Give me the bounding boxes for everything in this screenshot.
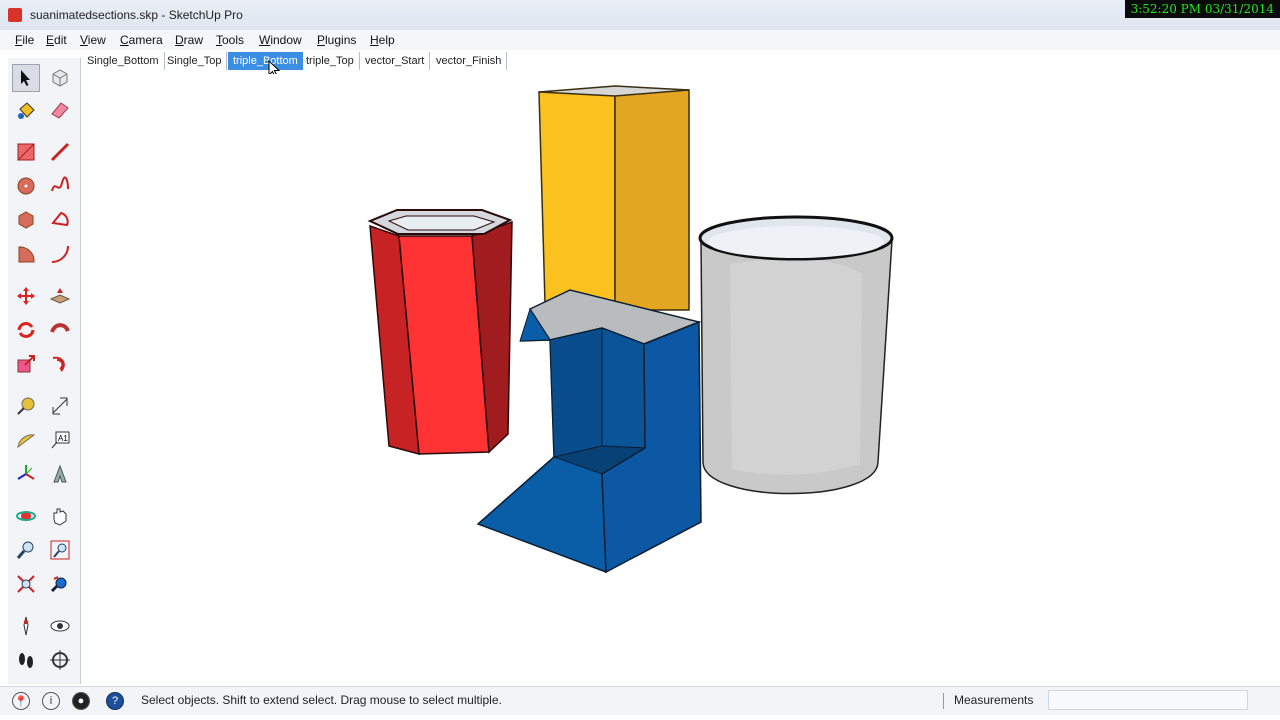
large-tool-set-toolbar: A1 (8, 58, 81, 684)
orbit-icon[interactable] (12, 502, 40, 530)
title-bar: suanimatedsections.skp - SketchUp Pro 3:… (0, 0, 1280, 31)
scene-tab-single-bottom[interactable]: Single_Bottom (82, 52, 165, 70)
two-point-arc-icon[interactable] (46, 240, 74, 268)
walk-icon[interactable] (12, 646, 40, 674)
rectangle-icon[interactable] (12, 138, 40, 166)
select-icon[interactable] (12, 64, 40, 92)
look-around-icon[interactable] (46, 612, 74, 640)
tape-measure-icon[interactable] (12, 392, 40, 420)
move-icon[interactable] (12, 282, 40, 310)
zoom-icon[interactable] (12, 536, 40, 564)
scale-icon[interactable] (12, 350, 40, 378)
polygon-icon[interactable] (12, 206, 40, 234)
previous-view-icon[interactable] (46, 570, 74, 598)
menu-plugins[interactable]: Plugins (317, 33, 356, 47)
status-divider (943, 693, 944, 709)
paint-bucket-icon[interactable] (12, 96, 40, 124)
scene-tab-single-top[interactable]: Single_Top (162, 52, 228, 70)
make-component-icon[interactable] (46, 64, 74, 92)
sketchup-app-icon (8, 8, 22, 22)
menu-bar: File Edit View Camera Draw Tools Window … (0, 30, 1280, 50)
rotate-icon[interactable] (12, 316, 40, 344)
yellow-box[interactable] (538, 85, 690, 311)
text-icon[interactable]: A1 (46, 426, 74, 454)
help-icon[interactable]: ? (106, 692, 124, 710)
position-camera-icon[interactable] (12, 612, 40, 640)
push-pull-icon[interactable] (46, 282, 74, 310)
geo-location-icon[interactable]: 📍 (12, 692, 30, 710)
line-icon[interactable] (46, 138, 74, 166)
3d-text-icon[interactable] (46, 460, 74, 488)
menu-edit[interactable]: Edit (46, 33, 67, 47)
menu-camera[interactable]: Camera (120, 33, 163, 47)
circle-icon[interactable] (12, 172, 40, 200)
arc-icon[interactable] (12, 240, 40, 268)
offset-icon[interactable] (46, 350, 74, 378)
scene-tab-triple-bottom[interactable]: triple_Bottom (228, 52, 303, 70)
menu-view[interactable]: View (80, 33, 106, 47)
menu-tools[interactable]: Tools (216, 33, 244, 47)
sign-in-icon[interactable]: ● (72, 692, 90, 710)
info-icon[interactable]: i (42, 692, 60, 710)
section-plane-icon[interactable] (46, 646, 74, 674)
measurements-input[interactable] (1048, 690, 1248, 710)
dimension-icon[interactable] (46, 392, 74, 420)
status-message: Select objects. Shift to extend select. … (141, 693, 502, 707)
3d-scene (367, 85, 894, 574)
menu-draw[interactable]: Draw (175, 33, 203, 47)
svg-text:A1: A1 (58, 434, 68, 443)
menu-window[interactable]: Window (259, 33, 302, 47)
scene-tab-vector-start[interactable]: vector_Start (360, 52, 431, 70)
zoom-extents-icon[interactable] (12, 570, 40, 598)
follow-me-icon[interactable] (46, 316, 74, 344)
status-bar: 📍 i ● ? Select objects. Shift to extend … (0, 686, 1280, 715)
red-hexagonal-prism[interactable] (367, 209, 513, 456)
model-viewport[interactable] (82, 74, 1280, 684)
blue-sectioned-block[interactable] (476, 289, 702, 574)
measurements-label: Measurements (954, 693, 1034, 707)
gray-cylinder[interactable] (698, 215, 894, 495)
window-title: suanimatedsections.skp - SketchUp Pro (30, 8, 243, 22)
protractor-icon[interactable] (12, 426, 40, 454)
eraser-icon[interactable] (46, 96, 74, 124)
scene-tab-vector-finish[interactable]: vector_Finish (431, 52, 508, 70)
zoom-window-icon[interactable] (46, 536, 74, 564)
clock-overlay: 3:52:20 PM 03/31/2014 (1124, 0, 1280, 18)
axes-icon[interactable] (12, 460, 40, 488)
menu-file[interactable]: File (15, 33, 34, 47)
scene-tab-triple-top[interactable]: triple_Top (301, 52, 360, 70)
pie-icon[interactable] (46, 206, 74, 234)
menu-help[interactable]: Help (370, 33, 395, 47)
freehand-icon[interactable] (46, 172, 74, 200)
pan-icon[interactable] (46, 502, 74, 530)
